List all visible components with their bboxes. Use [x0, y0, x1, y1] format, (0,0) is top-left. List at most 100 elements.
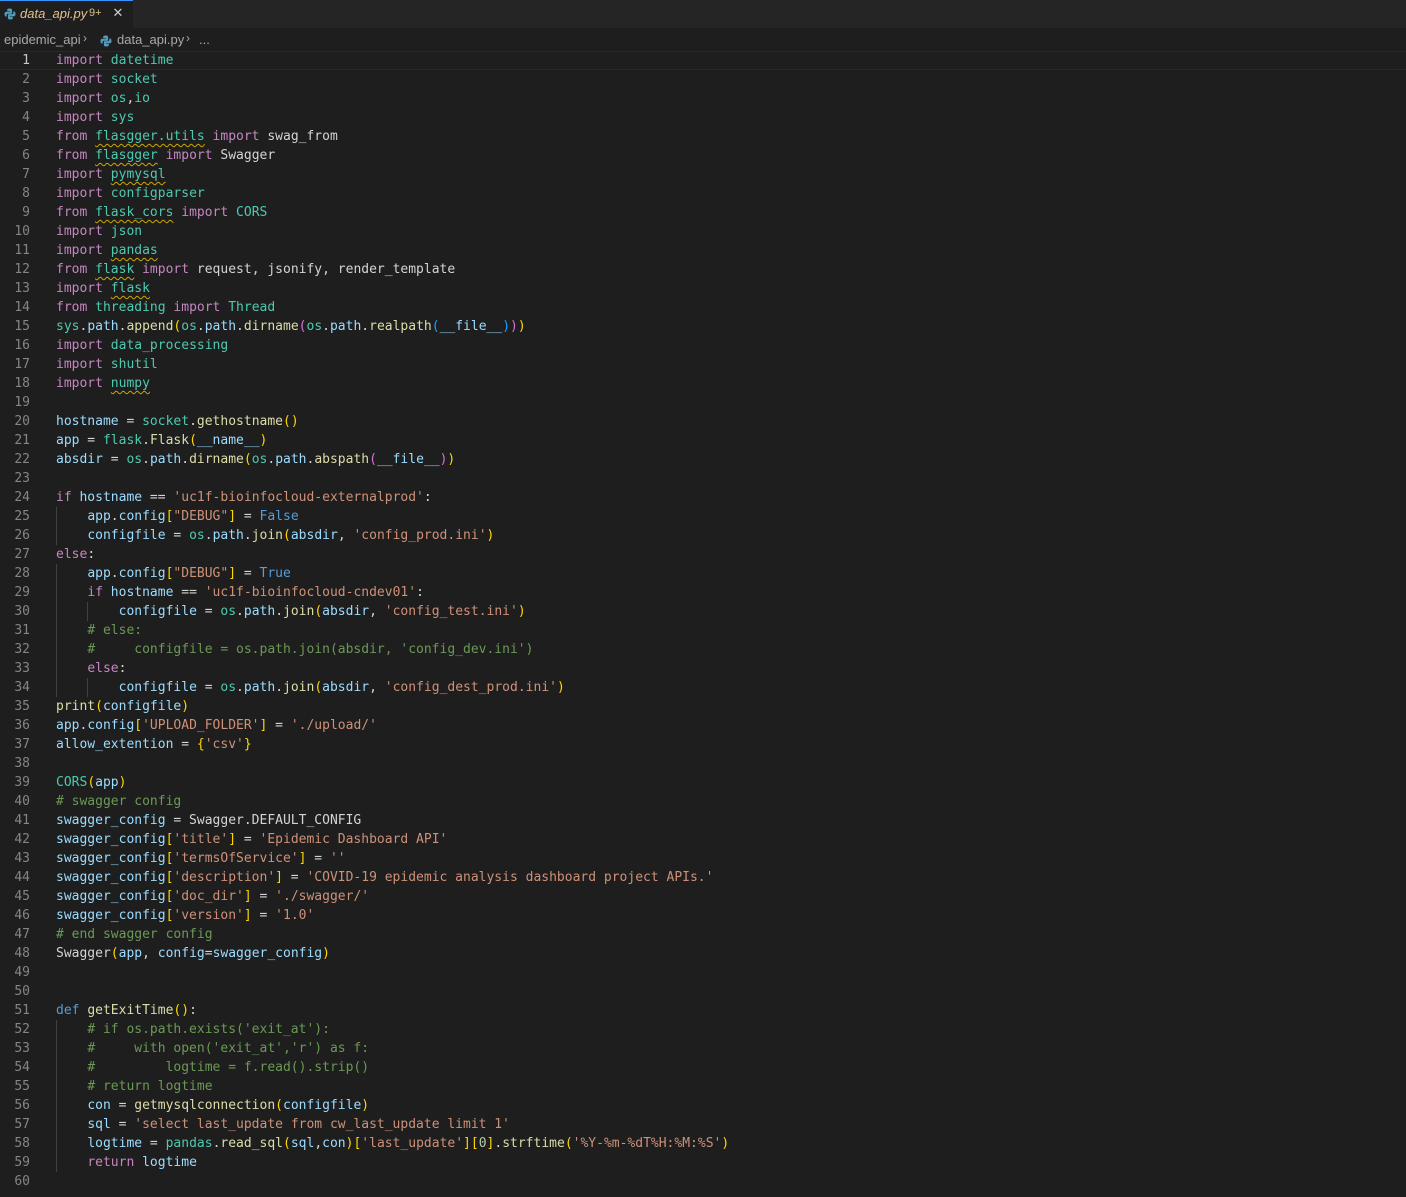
- code-line[interactable]: con = getmysqlconnection(configfile): [56, 1096, 369, 1115]
- code-line[interactable]: return logtime: [56, 1153, 197, 1172]
- code-line[interactable]: import shutil: [56, 355, 158, 374]
- code-line[interactable]: import pandas: [56, 241, 158, 260]
- breadcrumb-folder[interactable]: epidemic_api: [4, 32, 81, 47]
- code-token: (: [314, 680, 323, 695]
- breadcrumb-symbols[interactable]: ...: [199, 32, 210, 47]
- code-line[interactable]: configfile = os.path.join(absdir, 'confi…: [56, 678, 565, 697]
- code-token: dirname: [243, 319, 299, 334]
- code-line[interactable]: # else:: [56, 621, 142, 640]
- line-number: 34: [14, 680, 30, 695]
- code-line[interactable]: # with open('exit_at','r') as f:: [56, 1039, 369, 1058]
- code-token: 'UPLOAD_FOLDER': [142, 718, 260, 733]
- code-token: .: [142, 433, 150, 448]
- code-line[interactable]: else:: [56, 545, 95, 564]
- line-number: 9: [22, 205, 30, 220]
- code-line[interactable]: swagger_config['version'] = '1.0': [56, 906, 314, 925]
- code-line[interactable]: sql = 'select last_update from cw_last_u…: [56, 1115, 510, 1134]
- code-token: if: [87, 585, 103, 600]
- code-token: =: [79, 433, 103, 448]
- code-line[interactable]: from flasgger.utils import swag_from: [56, 127, 338, 146]
- code-line[interactable]: app.config["DEBUG"] = True: [56, 564, 291, 583]
- code-line[interactable]: if hostname == 'uc1f-bioinfocloud-extern…: [56, 488, 432, 507]
- line-number: 56: [14, 1098, 30, 1113]
- code-line[interactable]: import sys: [56, 108, 134, 127]
- code-line[interactable]: else:: [56, 659, 126, 678]
- code-line[interactable]: sys.path.append(os.path.dirname(os.path.…: [56, 317, 526, 336]
- code-line[interactable]: Swagger(app, config=swagger_config): [56, 944, 330, 963]
- code-token: config: [157, 946, 205, 961]
- code-editor[interactable]: 1 import datetime 2 import socket 3 import os…: [0, 51, 1406, 1197]
- line-number: 5: [22, 129, 30, 144]
- code-token: 'last_update': [361, 1136, 464, 1151]
- code-line[interactable]: logtime = pandas.read_sql(sql,con)['last…: [56, 1134, 729, 1153]
- code-line[interactable]: from flask_cors import CORS: [56, 203, 267, 222]
- code-line[interactable]: absdir = os.path.dirname(os.path.abspath…: [56, 450, 455, 469]
- code-line[interactable]: swagger_config['title'] = 'Epidemic Dash…: [56, 830, 447, 849]
- code-line[interactable]: # swagger config: [56, 792, 181, 811]
- code-line[interactable]: app.config["DEBUG"] = False: [56, 507, 299, 526]
- code-line[interactable]: swagger_config = Swagger.DEFAULT_CONFIG: [56, 811, 361, 830]
- code-line[interactable]: import datetime: [56, 51, 173, 70]
- code-line[interactable]: # if os.path.exists('exit_at'):: [56, 1020, 330, 1039]
- code-token: flask: [102, 433, 143, 448]
- line-number: 44: [14, 870, 30, 885]
- code-line[interactable]: print(configfile): [56, 697, 189, 716]
- close-icon[interactable]: ✕: [111, 5, 125, 23]
- code-token: logtime: [87, 1136, 143, 1151]
- line-number: 8: [22, 186, 30, 201]
- code-token: (: [95, 699, 103, 714]
- code-line[interactable]: swagger_config['description'] = 'COVID-1…: [56, 868, 713, 887]
- breadcrumb-file[interactable]: data_api.py: [117, 32, 184, 47]
- code-line[interactable]: import data_processing: [56, 336, 228, 355]
- code-token: ): [721, 1136, 730, 1151]
- code-line[interactable]: # logtime = f.read().strip(): [56, 1058, 369, 1077]
- code-line[interactable]: swagger_config['doc_dir'] = './swagger/': [56, 887, 369, 906]
- chevron-right-icon: ›: [186, 31, 190, 45]
- code-line[interactable]: import socket: [56, 70, 158, 89]
- code-token: (: [87, 775, 96, 790]
- code-line[interactable]: allow_extention = {'csv'}: [56, 735, 252, 754]
- code-token: app: [95, 775, 119, 790]
- code-line[interactable]: from flask import request, jsonify, rend…: [56, 260, 455, 279]
- code-token: =: [204, 946, 213, 961]
- code-line[interactable]: def getExitTime():: [56, 1001, 197, 1020]
- tab-data-api[interactable]: data_api.py 9+ ✕: [0, 0, 133, 28]
- code-line[interactable]: # end swagger config: [56, 925, 213, 944]
- code-line[interactable]: configfile = os.path.join(absdir, 'confi…: [56, 526, 494, 545]
- code-token: import: [56, 357, 103, 372]
- code-token: threading: [95, 300, 166, 315]
- code-line[interactable]: from threading import Thread: [56, 298, 275, 317]
- code-line[interactable]: import os,io: [56, 89, 150, 108]
- code-line[interactable]: import json: [56, 222, 142, 241]
- code-token: configfile: [118, 604, 197, 619]
- code-line[interactable]: swagger_config['termsOfService'] = '': [56, 849, 346, 868]
- code-line[interactable]: hostname = socket.gethostname(): [56, 412, 299, 431]
- code-token: configfile: [118, 680, 197, 695]
- code-line[interactable]: from flasgger import Swagger: [56, 146, 275, 165]
- code-token: import: [212, 129, 260, 144]
- code-token: # end swagger config: [56, 927, 213, 942]
- code-line[interactable]: import pymysql: [56, 165, 166, 184]
- code-line[interactable]: configfile = os.path.join(absdir, 'confi…: [56, 602, 526, 621]
- code-token: False: [259, 509, 299, 524]
- code-token: import: [173, 300, 221, 315]
- code-line[interactable]: app.config['UPLOAD_FOLDER'] = './upload/…: [56, 716, 377, 735]
- line-number: 12: [14, 262, 30, 277]
- line-number: 15: [14, 319, 30, 334]
- code-line[interactable]: import configparser: [56, 184, 205, 203]
- code-line[interactable]: if hostname == 'uc1f-bioinfocloud-cndev0…: [56, 583, 424, 602]
- code-line[interactable]: import numpy: [56, 374, 150, 393]
- code-token: .: [181, 452, 190, 467]
- code-line[interactable]: # return logtime: [56, 1077, 212, 1096]
- code-token: (): [283, 414, 299, 429]
- code-token: :: [189, 1003, 197, 1018]
- code-line[interactable]: import flask: [56, 279, 150, 298]
- code-line[interactable]: # configfile = os.path.join(absdir, 'con…: [56, 640, 533, 659]
- code-line[interactable]: app = flask.Flask(__name__): [56, 431, 267, 450]
- code-line[interactable]: CORS(app): [56, 773, 126, 792]
